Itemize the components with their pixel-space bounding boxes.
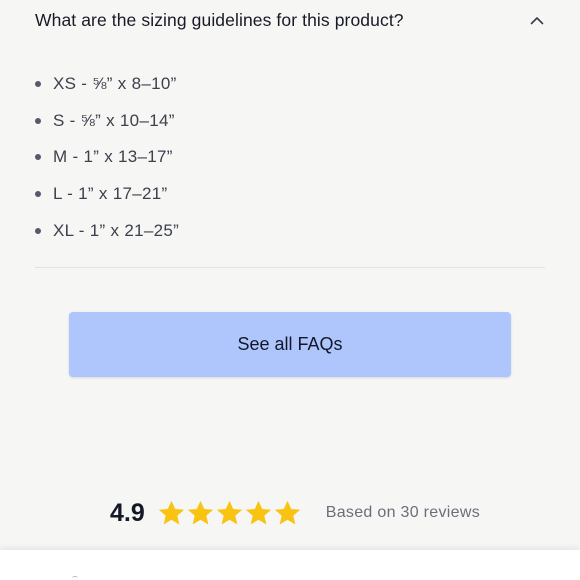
bullet-icon: [35, 154, 41, 161]
list-item: M - 1” x 13–17”: [35, 139, 179, 176]
faq-question-header[interactable]: What are the sizing guidelines for this …: [35, 6, 545, 34]
list-item: L - 1” x 17–21”: [35, 176, 179, 213]
star-icon: [158, 500, 184, 524]
bullet-icon: [35, 117, 41, 124]
star-icon: [274, 500, 300, 524]
see-all-faqs-button[interactable]: See all FAQs: [69, 312, 511, 377]
star-rating: [157, 499, 302, 528]
star-icon: [245, 500, 271, 524]
review-summary[interactable]: 4.9 Based on 30 reviews: [110, 494, 480, 532]
bullet-icon: [35, 81, 41, 88]
review-count[interactable]: Based on 30 reviews: [326, 504, 480, 522]
bullet-icon: [35, 227, 41, 234]
faq-question: What are the sizing guidelines for this …: [35, 9, 404, 30]
size-label: M - 1” x 13–17”: [53, 147, 173, 167]
footer-section: [0, 550, 580, 580]
size-label: S - ⅝” x 10–14”: [53, 110, 175, 130]
size-label: XL - 1” x 21–25”: [53, 220, 180, 240]
footer-mark: [72, 576, 78, 580]
size-label: XS - ⅝” x 8–10”: [53, 74, 177, 94]
list-item: XS - ⅝” x 8–10”: [35, 66, 179, 103]
section-divider: [35, 267, 545, 268]
sizing-list: XS - ⅝” x 8–10” S - ⅝” x 10–14” M - 1” x…: [35, 66, 179, 249]
chevron-up-icon[interactable]: [529, 12, 545, 28]
rating-score: 4.9: [110, 498, 145, 527]
size-label: L - 1” x 17–21”: [53, 184, 168, 204]
list-item: S - ⅝” x 10–14”: [35, 103, 179, 140]
bullet-icon: [35, 191, 41, 198]
star-icon: [216, 500, 242, 524]
star-icon: [187, 500, 213, 524]
list-item: XL - 1” x 21–25”: [35, 212, 179, 249]
